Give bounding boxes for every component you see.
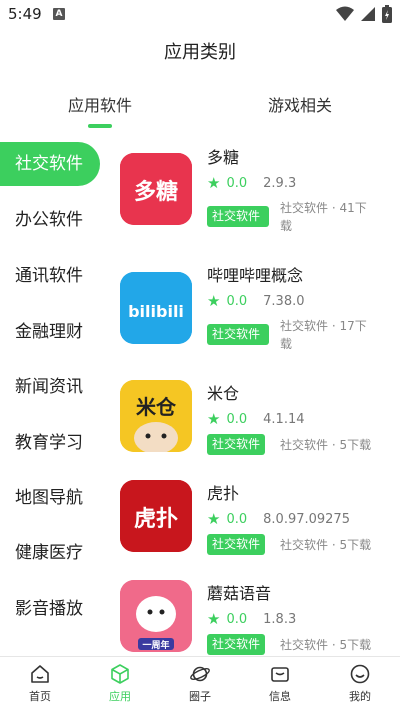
sidebar-item-news[interactable]: 新闻资讯 <box>0 365 104 409</box>
star-icon: ★ <box>207 510 221 528</box>
app-icon-duotang: 多糖 <box>120 153 192 225</box>
app-name: 多糖 <box>207 148 240 167</box>
status-bar: 5:49 A <box>0 0 400 28</box>
list-item[interactable]: 米仓 米仓 ★ 0.0 4.1.14 社交软件 社交软件 · 5下载 <box>104 376 400 476</box>
app-tag: 社交软件 <box>207 434 266 455</box>
star-icon: ★ <box>207 610 221 628</box>
star-icon: ★ <box>207 292 221 310</box>
app-rating: ★ 0.0 2.9.3 <box>207 174 296 192</box>
nav-label: 首页 <box>29 690 51 703</box>
app-version: 4.1.14 <box>263 411 305 427</box>
app-tag: 社交软件 <box>207 206 269 227</box>
nav-label: 信息 <box>269 690 291 703</box>
sidebar-item-office[interactable]: 办公软件 <box>0 198 104 242</box>
app-name: 米仓 <box>207 384 240 403</box>
tab-active-indicator <box>88 124 112 128</box>
svg-text:米仓: 米仓 <box>136 395 177 419</box>
app-icon-mogu: 一周年 <box>120 580 192 652</box>
app-meta: 社交软件 · 5下载 <box>280 536 390 554</box>
app-score: 0.0 <box>226 611 248 627</box>
sidebar-item-education[interactable]: 教育学习 <box>0 421 104 465</box>
tab-games[interactable]: 游戏相关 <box>200 92 400 116</box>
nav-home[interactable]: 首页 <box>0 663 80 704</box>
sidebar-item-media[interactable]: 影音播放 <box>0 587 104 631</box>
app-name: 蘑菇语音 <box>207 584 272 603</box>
nav-label: 应用 <box>109 690 131 703</box>
app-rating: ★ 0.0 7.38.0 <box>207 292 305 310</box>
star-icon: ★ <box>207 410 221 428</box>
app-name: 哔哩哔哩概念 <box>207 266 304 285</box>
app-score: 0.0 <box>226 511 248 527</box>
status-icons <box>336 5 392 23</box>
svg-text:bilibili: bilibili <box>128 302 184 321</box>
app-score: 0.0 <box>226 411 248 427</box>
app-tag: 社交软件 <box>207 324 269 345</box>
app-version: 2.9.3 <box>263 175 297 191</box>
micang-logo-icon: 米仓 <box>120 380 192 452</box>
list-item[interactable]: 多糖 多糖 ★ 0.0 2.9.3 社交软件 社交软件 · 41下 载 <box>104 140 400 240</box>
nav-profile[interactable]: 我的 <box>320 663 400 704</box>
app-meta-line: 载 <box>280 219 293 233</box>
signal-icon <box>361 7 375 21</box>
nav-label: 我的 <box>349 690 371 703</box>
notification-icon: A <box>53 8 65 20</box>
list-item[interactable]: 虎扑 虎扑 ★ 0.0 8.0.97.09275 社交软件 社交软件 · 5下载 <box>104 476 400 576</box>
hupu-logo-icon: 虎扑 <box>120 480 192 552</box>
svg-text:虎扑: 虎扑 <box>134 506 178 532</box>
wifi-icon <box>336 6 354 21</box>
bilibili-logo-icon: bilibili <box>120 272 192 344</box>
mogu-logo-icon: 一周年 <box>120 580 192 652</box>
app-tag: 社交软件 <box>207 634 266 655</box>
smile-icon <box>350 664 370 684</box>
app-rating: ★ 0.0 8.0.97.09275 <box>207 510 350 528</box>
app-icon-hupu: 虎扑 <box>120 480 192 552</box>
app-name: 虎扑 <box>207 484 240 503</box>
nav-messages[interactable]: 信息 <box>240 663 320 704</box>
app-meta: 社交软件 · 5下载 <box>280 436 390 454</box>
app-version: 7.38.0 <box>263 293 305 309</box>
battery-icon <box>382 5 392 23</box>
mail-icon <box>271 667 289 682</box>
app-meta: 社交软件 · 17下 载 <box>280 317 385 353</box>
svg-text:多糖: 多糖 <box>134 179 178 205</box>
app-meta-line: 社交软件 · 5下载 <box>280 538 372 552</box>
star-icon: ★ <box>207 174 221 192</box>
home-icon <box>31 665 49 683</box>
app-version: 1.8.3 <box>263 611 297 627</box>
app-icon-micang: 米仓 <box>120 380 192 452</box>
app-meta-line: 社交软件 · 5下载 <box>280 438 372 452</box>
app-rating: ★ 0.0 1.8.3 <box>207 610 296 628</box>
page-title: 应用类别 <box>164 42 236 63</box>
app-meta-line: 社交软件 · 5下载 <box>280 638 372 652</box>
planet-icon <box>190 666 210 682</box>
sidebar-item-communication[interactable]: 通讯软件 <box>0 254 104 298</box>
app-meta-line: 载 <box>280 337 293 351</box>
tab-apps[interactable]: 应用软件 <box>0 92 200 116</box>
nav-label: 圈子 <box>189 690 211 703</box>
sidebar-item-health[interactable]: 健康医疗 <box>0 531 104 575</box>
nav-apps[interactable]: 应用 <box>80 663 160 704</box>
app-tag: 社交软件 <box>207 534 266 555</box>
app-version: 8.0.97.09275 <box>263 511 350 527</box>
duotang-logo-icon: 多糖 <box>120 153 192 225</box>
sidebar-item-social[interactable]: 社交软件 <box>0 142 100 186</box>
app-icon-bilibili: bilibili <box>120 272 192 344</box>
app-meta: 社交软件 · 5下载 <box>280 636 390 654</box>
cube-icon <box>111 664 129 684</box>
app-meta-line: 社交软件 · 17下 <box>280 319 367 333</box>
app-meta: 社交软件 · 41下 载 <box>280 199 385 235</box>
svg-text:一周年: 一周年 <box>142 639 169 651</box>
category-tabs: 应用软件 游戏相关 <box>0 92 400 132</box>
list-item[interactable]: bilibili 哔哩哔哩概念 ★ 0.0 7.38.0 社交软件 社交软件 ·… <box>104 258 400 358</box>
sidebar-item-maps[interactable]: 地图导航 <box>0 476 104 520</box>
sidebar-item-finance[interactable]: 金融理财 <box>0 310 104 354</box>
app-score: 0.0 <box>226 293 248 309</box>
app-meta-line: 社交软件 · 41下 <box>280 201 367 215</box>
bottom-navigation: 首页 应用 圈子 信息 我的 <box>0 656 400 712</box>
nav-circle[interactable]: 圈子 <box>160 663 240 704</box>
status-time: 5:49 <box>8 5 42 23</box>
app-score: 0.0 <box>226 175 248 191</box>
app-rating: ★ 0.0 4.1.14 <box>207 410 305 428</box>
